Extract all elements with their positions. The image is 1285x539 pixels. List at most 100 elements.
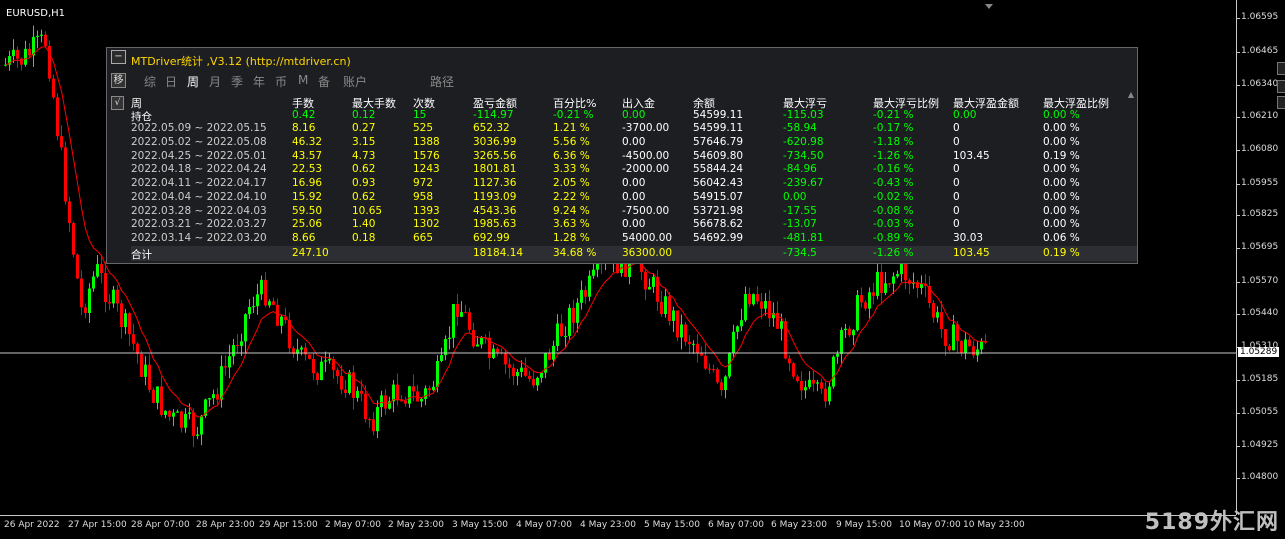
table-cell: 3265.56 (473, 149, 517, 162)
candle-body (248, 306, 251, 315)
candle-body (944, 329, 947, 346)
candle-body (808, 379, 811, 388)
tab-5[interactable]: 年 (253, 73, 265, 90)
candle-body (508, 364, 511, 368)
table-cell: 3036.99 (473, 136, 517, 149)
tab-9[interactable]: 账户 (343, 73, 367, 90)
candle-body (264, 279, 267, 306)
table-row: 2022.04.04 ~ 2022.04.10 15.92 0.62 958 1193.… (131, 191, 1137, 205)
table-cell: 0.62 (352, 163, 376, 176)
table-cell: 54000.00 (622, 231, 673, 244)
tab-1[interactable]: 日 (165, 73, 177, 90)
candle-body (940, 312, 943, 330)
table-row: 2022.03.21 ~ 2022.03.27 25.06 1.40 1302 1985… (131, 218, 1137, 232)
candle-body (752, 294, 755, 305)
candle-body (152, 389, 155, 403)
candle-body (272, 301, 275, 305)
stats-panel[interactable]: − MTDriver统计 ,V3.12 (http://mtdriver.cn)… (106, 47, 1138, 264)
candle-body (168, 410, 171, 417)
candle-body (740, 320, 743, 327)
table-cell: 1.21 % (553, 122, 590, 135)
table-cell: -1.26 % (873, 149, 914, 162)
time-tick: 5 May 15:00 (644, 520, 700, 530)
check-icon[interactable]: √ (111, 96, 124, 110)
candle-body (24, 48, 27, 65)
tab-7[interactable]: M (298, 73, 308, 87)
candle-body (44, 34, 47, 46)
table-cell: 1302 (413, 218, 440, 231)
tab-0[interactable]: 综 (144, 73, 156, 90)
candle-body (68, 201, 71, 224)
table-cell: -0.16 % (873, 163, 914, 176)
candle-body (192, 412, 195, 436)
table-cell: -1.26 % (873, 246, 914, 259)
candle-body (312, 358, 315, 374)
candle-body (536, 377, 539, 386)
candle-body (964, 339, 967, 353)
price-tick: 1.06080 (1235, 144, 1279, 154)
table-cell: 0.00 (783, 190, 807, 203)
table-cell: -7500.00 (622, 204, 670, 217)
candle-body (128, 313, 131, 335)
scale-marker-icon[interactable] (1277, 80, 1285, 93)
candle-body (148, 364, 151, 390)
candle-body (364, 393, 367, 420)
table-cell: 0.00 (622, 136, 646, 149)
candle-body (228, 356, 231, 368)
candle-body (120, 303, 123, 328)
candle-body (780, 321, 783, 329)
candle-body (268, 301, 271, 306)
table-cell: 958 (413, 190, 434, 203)
table-row: 2022.04.11 ~ 2022.04.17 16.96 0.93 972 1127.… (131, 177, 1137, 191)
table-cell: 972 (413, 177, 434, 190)
table-cell: 2022.04.11 ~ 2022.04.17 (131, 177, 267, 190)
tab-8[interactable]: 备 (318, 73, 330, 90)
price-tick: 1.05440 (1235, 308, 1279, 318)
candle-body (568, 307, 571, 336)
table-cell: 0.00 (622, 218, 646, 231)
tab-2[interactable]: 周 (187, 73, 199, 90)
candle-body (872, 292, 875, 296)
tab-6[interactable]: 币 (275, 73, 287, 90)
tab-10[interactable]: 路径 (430, 73, 454, 90)
tab-3[interactable]: 月 (209, 73, 221, 90)
table-cell: 692.99 (473, 231, 510, 244)
candle-body (804, 387, 807, 391)
time-tick: 29 Apr 15:00 (259, 520, 318, 530)
scale-marker-icon[interactable] (1277, 62, 1285, 75)
move-button[interactable]: 移 (111, 73, 126, 88)
scroll-up-icon[interactable]: ▲ (1128, 90, 1134, 99)
candle-body (660, 301, 663, 315)
candle-body (564, 335, 567, 337)
table-cell: -58.94 (783, 122, 817, 135)
time-tick: 3 May 15:00 (452, 520, 508, 530)
candle-body (348, 372, 351, 393)
candle-body (848, 328, 851, 336)
candle-body (164, 410, 167, 415)
table-cell: 1801.81 (473, 163, 517, 176)
table-cell: 18184.14 (473, 246, 524, 259)
candle-body (548, 352, 551, 360)
price-axis[interactable]: 1.06595 1.06465 1.06340 1.06210 1.06080 1.059… (1235, 0, 1285, 515)
time-tick: 10 May 07:00 (899, 520, 961, 530)
candle-body (704, 355, 707, 369)
chart-shift-icon[interactable] (985, 4, 993, 9)
candle-body (392, 384, 395, 402)
candle-body (180, 411, 183, 428)
collapse-button[interactable]: − (111, 50, 126, 64)
scale-marker-icon[interactable] (1277, 96, 1285, 109)
table-cell: 0.00 % (1043, 190, 1080, 203)
table-cell: 2022.05.09 ~ 2022.05.15 (131, 122, 267, 135)
candle-body (952, 324, 955, 351)
candle-body (580, 290, 583, 303)
time-axis[interactable]: 26 Apr 2022 27 Apr 15:00 28 Apr 07:00 28 Ap… (0, 515, 1236, 539)
table-cell: 46.32 (292, 136, 323, 149)
candle-body (896, 274, 899, 277)
candle-body (892, 276, 895, 284)
candle-body (212, 394, 215, 399)
table-cell: 55844.24 (693, 163, 744, 176)
table-cell: 1127.36 (473, 177, 517, 190)
price-tick: 1.06595 (1235, 12, 1279, 22)
candle-body (28, 48, 31, 56)
tab-4[interactable]: 季 (231, 73, 243, 90)
